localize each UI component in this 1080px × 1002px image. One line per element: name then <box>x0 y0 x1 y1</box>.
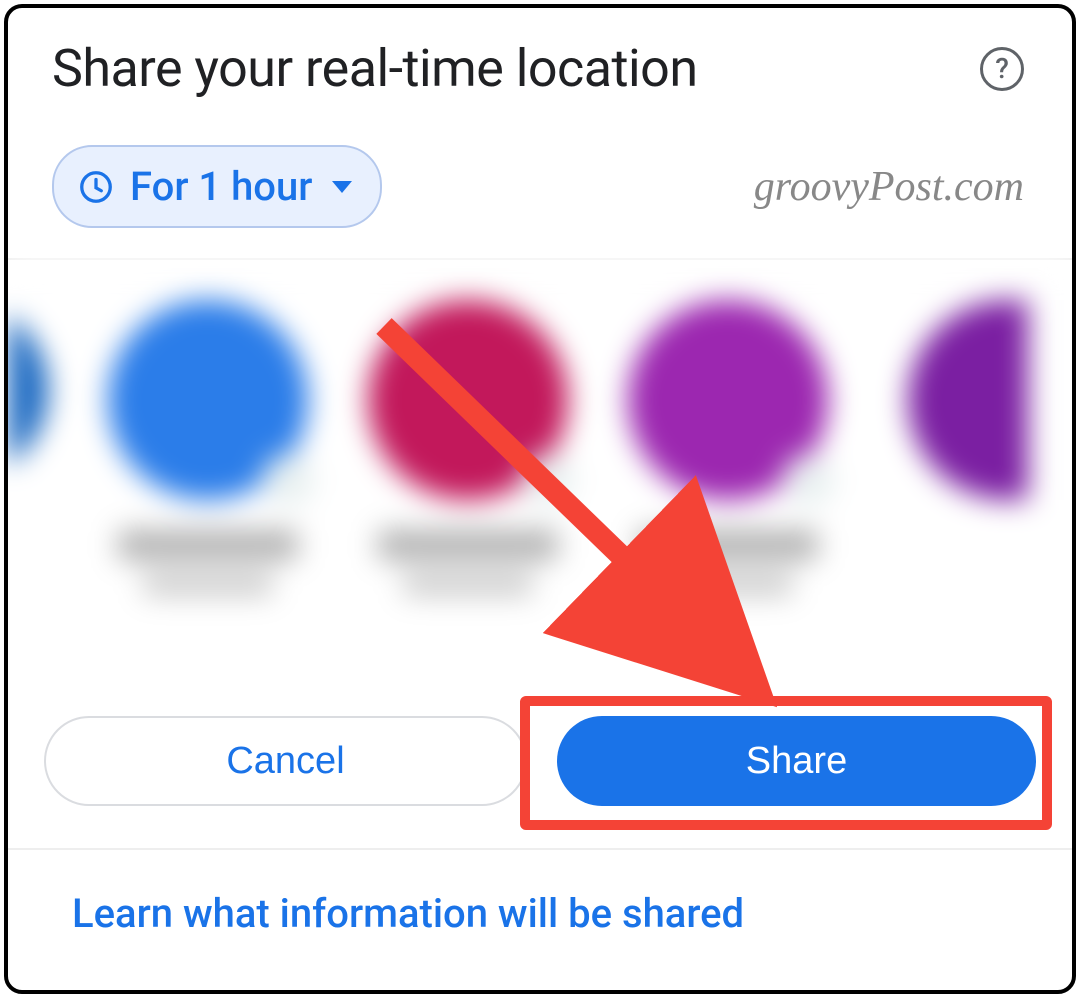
clock-icon <box>78 169 114 205</box>
contact-item[interactable] <box>368 300 568 596</box>
dialog-frame: Share your real-time location ? For 1 ho… <box>4 4 1076 994</box>
contact-sub-blurred <box>663 572 793 596</box>
contact-item[interactable] <box>8 300 48 480</box>
avatar <box>108 300 308 500</box>
dialog-title: Share your real-time location <box>52 38 698 99</box>
learn-more-link[interactable]: Learn what information will be shared <box>8 850 808 977</box>
dialog-header: Share your real-time location ? <box>8 8 1072 109</box>
help-icon-glyph: ? <box>995 52 1009 85</box>
help-icon[interactable]: ? <box>980 47 1024 91</box>
duration-chip[interactable]: For 1 hour <box>52 145 382 228</box>
chevron-down-icon <box>332 181 352 193</box>
contact-sub-blurred <box>143 572 273 596</box>
share-button[interactable]: Share <box>557 716 1036 806</box>
avatar <box>8 300 48 480</box>
contact-name-blurred <box>118 530 298 560</box>
contact-item[interactable] <box>628 300 828 596</box>
contact-item[interactable] <box>108 300 308 596</box>
contacts-carousel[interactable] <box>8 260 1072 674</box>
contact-name-blurred <box>378 530 558 560</box>
avatar <box>628 300 828 500</box>
avatar <box>368 300 568 500</box>
contact-sub-blurred <box>403 572 533 596</box>
cancel-button[interactable]: Cancel <box>44 716 527 806</box>
duration-label: For 1 hour <box>130 163 312 210</box>
contact-name-blurred <box>638 530 818 560</box>
avatar <box>908 300 1028 500</box>
watermark-text: groovyPost.com <box>754 163 1024 211</box>
duration-row: For 1 hour groovyPost.com <box>8 109 1072 258</box>
action-buttons-row: Cancel Share <box>8 674 1072 842</box>
